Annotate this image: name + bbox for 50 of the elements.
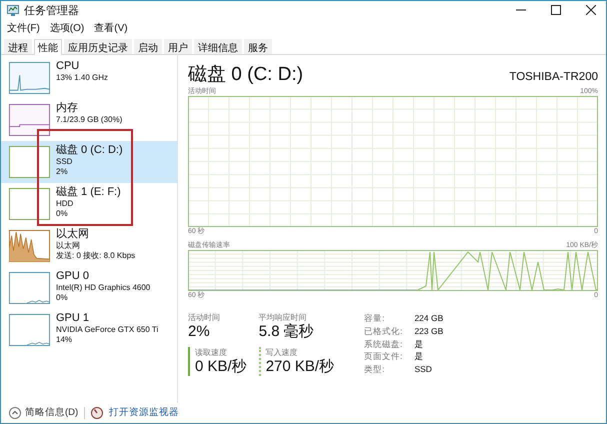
menu-item[interactable]: 查看(V) [94,21,128,35]
property-label: 已格式化: [364,324,402,338]
disk-graph-icon [9,146,50,178]
ethernet-graph-icon [9,230,50,262]
disk-model: TOSHIBA-TR200 [509,71,598,83]
tab[interactable]: 用户 [164,39,192,54]
stat-label: 活动时间 [188,312,221,323]
memory-graph-icon [9,104,50,136]
resource-monitor-link[interactable]: 打开资源监视器 [109,406,180,419]
resource-monitor-icon [91,406,104,418]
sidebar-item[interactable]: 磁盘 1 (E: F:) HDD 0% [1,183,177,225]
menu-item[interactable]: 文件(F) [7,21,40,35]
menu-item[interactable]: 选项(O) [50,21,84,35]
summary-button[interactable]: 简略信息(D) [9,406,78,419]
stat-value: 2% [188,323,211,341]
stat-label: 平均响应时间 [258,312,308,323]
sidebar-item[interactable]: 磁盘 0 (C: D:) SSD 2% [1,141,177,183]
tab[interactable]: 进程 [4,39,32,54]
maximize-icon [551,5,561,15]
property-label: 类型: [364,363,386,376]
property-label: 容量: [364,312,386,325]
property-value: 是 [414,338,424,350]
disk-graph-icon [9,188,50,220]
tab[interactable]: 详细信息 [194,39,242,54]
tab[interactable]: 应用历史记录 [64,39,132,54]
close-icon [586,5,596,15]
speed-panel: 写入速度 270 KB/秒 [258,347,334,376]
gpu-graph-icon [9,272,50,304]
property-value: SSD [414,363,433,376]
tab[interactable]: 性能 [34,39,62,55]
cpu-graph-icon [9,62,50,94]
property-value: 224 GB [414,312,444,325]
sidebar-item[interactable]: CPU 13% 1.40 GHz [1,57,177,99]
window-title: 任务管理器 [24,4,80,18]
sidebar-item[interactable]: 以太网 以太网 发送: 0 接收: 8.0 Kbps [1,225,177,267]
property-label: 系统磁盘: [364,338,402,350]
speed-panel: 读取速度 0 KB/秒 [188,347,247,376]
sidebar-item[interactable]: 内存 7.1/23.9 GB (30%) [1,99,177,141]
stat-value: 5.8 毫秒 [258,323,315,341]
tab[interactable]: 启动 [134,39,162,54]
chevron-up-icon [9,406,21,418]
disk-title: 磁盘 0 (C: D:) [188,63,304,87]
tab[interactable]: 服务 [244,39,272,54]
sidebar-item[interactable]: GPU 0 Intel(R) HD Graphics 4600 0% [1,267,177,309]
app-icon [7,4,19,16]
gpu-graph-icon [9,314,50,346]
property-label: 页面文件: [364,350,402,364]
property-value: 223 GB [414,324,444,338]
property-value: 是 [414,350,424,364]
sidebar-item[interactable]: GPU 1 NVIDIA GeForce GTX 650 Ti 14% [1,309,177,351]
